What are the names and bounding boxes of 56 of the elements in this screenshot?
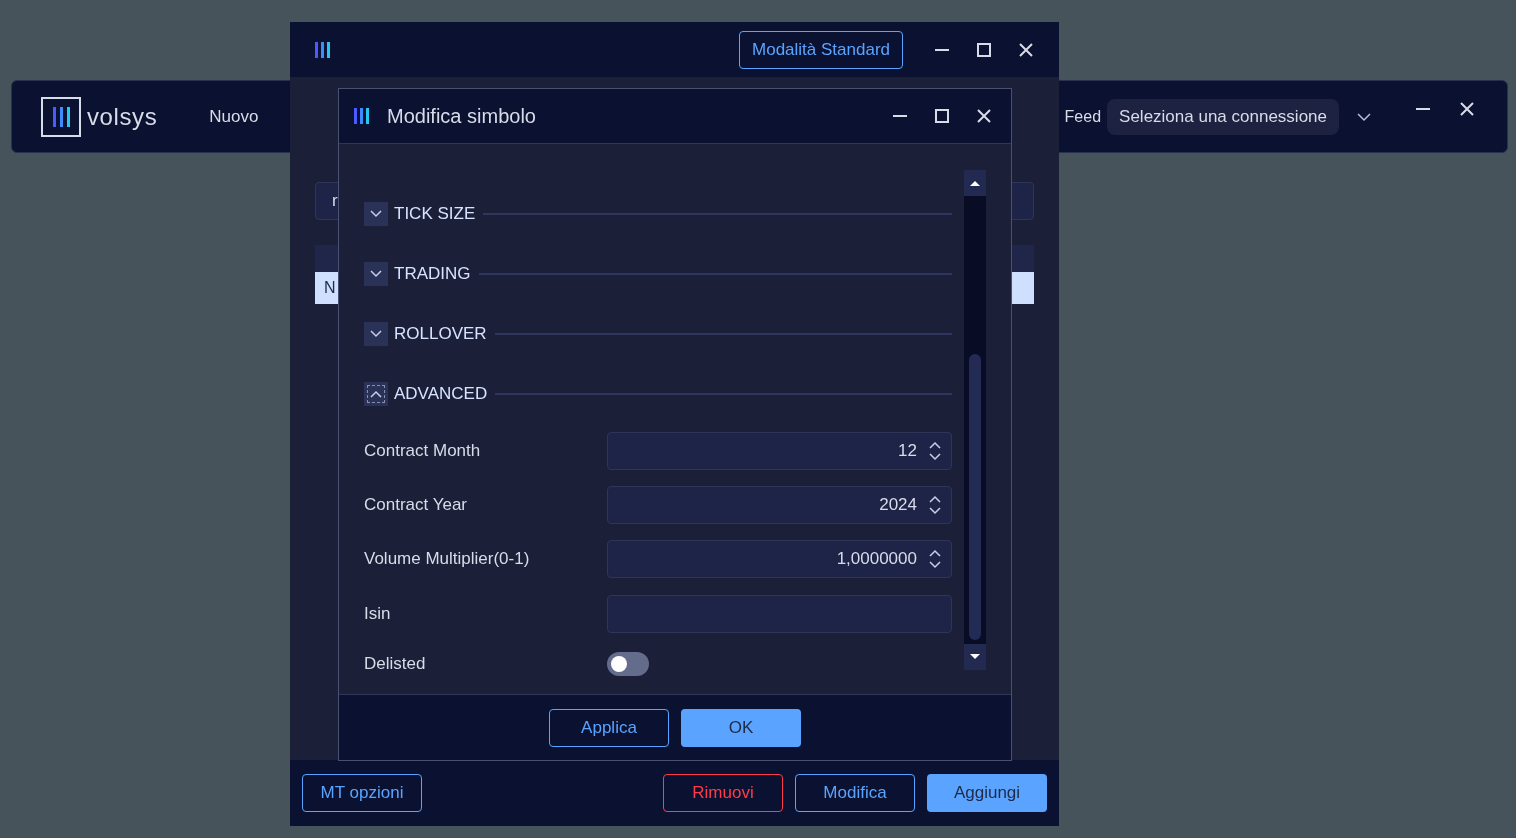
chevron-down-icon	[370, 270, 382, 278]
app-icon	[314, 40, 332, 59]
close-icon[interactable]	[1460, 101, 1474, 116]
scroll-down-icon[interactable]	[964, 644, 986, 670]
expand-toggle[interactable]	[364, 382, 388, 406]
chevron-up-icon	[370, 390, 382, 398]
action-button[interactable]: Modifica	[795, 774, 915, 812]
feed-label: Feed	[1064, 106, 1102, 127]
maximize-icon[interactable]	[935, 109, 949, 123]
action-button[interactable]: Rimuovi	[663, 774, 783, 812]
expand-toggle[interactable]	[364, 322, 388, 346]
expand-toggle[interactable]	[364, 262, 388, 286]
scroll-up-icon[interactable]	[964, 170, 986, 196]
minimize-icon[interactable]	[1416, 106, 1430, 111]
chevron-down-icon[interactable]	[1357, 111, 1371, 122]
logo-text: volsys	[87, 101, 158, 132]
field-value: 1,0000000	[836, 548, 917, 571]
dialog-button[interactable]: OK	[681, 708, 801, 747]
toggle-switch[interactable]	[607, 652, 649, 676]
number-field[interactable]: 2024	[607, 486, 952, 524]
chevron-down-icon	[370, 330, 382, 338]
section-title: ROLLOVER	[394, 323, 487, 346]
spinner-icon[interactable]	[929, 549, 941, 569]
scroll-thumb[interactable]	[969, 354, 981, 640]
minimize-icon[interactable]	[935, 47, 949, 52]
connection-select[interactable]: Seleziona una connessione	[1107, 98, 1339, 135]
action-button[interactable]: MT opzioni	[302, 774, 422, 812]
section-title: TRADING	[394, 263, 471, 286]
logo-icon	[41, 96, 81, 137]
close-icon[interactable]	[1019, 42, 1033, 57]
chevron-down-icon	[370, 210, 382, 218]
number-field[interactable]: 1,0000000	[607, 540, 952, 578]
number-field[interactable]: 12	[607, 432, 952, 470]
section-title: TICK SIZE	[394, 203, 476, 226]
scrollbar[interactable]	[964, 170, 986, 670]
dialog-title: Modifica simbolo	[387, 104, 536, 129]
field-value: 2024	[879, 494, 917, 517]
action-button[interactable]: Aggiungi	[927, 774, 1047, 812]
section-title: ADVANCED	[394, 383, 488, 406]
field-label: Volume Multiplier(0-1)	[364, 548, 531, 571]
spinner-icon[interactable]	[929, 495, 941, 515]
app-icon	[353, 107, 371, 125]
minimize-icon[interactable]	[893, 114, 907, 118]
spinner-icon[interactable]	[929, 441, 941, 461]
expand-toggle[interactable]	[364, 202, 388, 226]
maximize-icon[interactable]	[977, 42, 991, 57]
mode-button[interactable]: Modalità Standard	[739, 30, 903, 69]
menu-item[interactable]: Nuovo	[209, 103, 259, 130]
field-label: Contract Month	[364, 440, 482, 463]
dialog-button[interactable]: Applica	[549, 708, 669, 747]
field-label: Isin	[364, 603, 392, 626]
field-label: Delisted	[364, 653, 427, 676]
text-field[interactable]	[607, 595, 952, 633]
field-value: 12	[898, 440, 917, 463]
field-label: Contract Year	[364, 494, 468, 517]
close-icon[interactable]	[977, 109, 991, 123]
